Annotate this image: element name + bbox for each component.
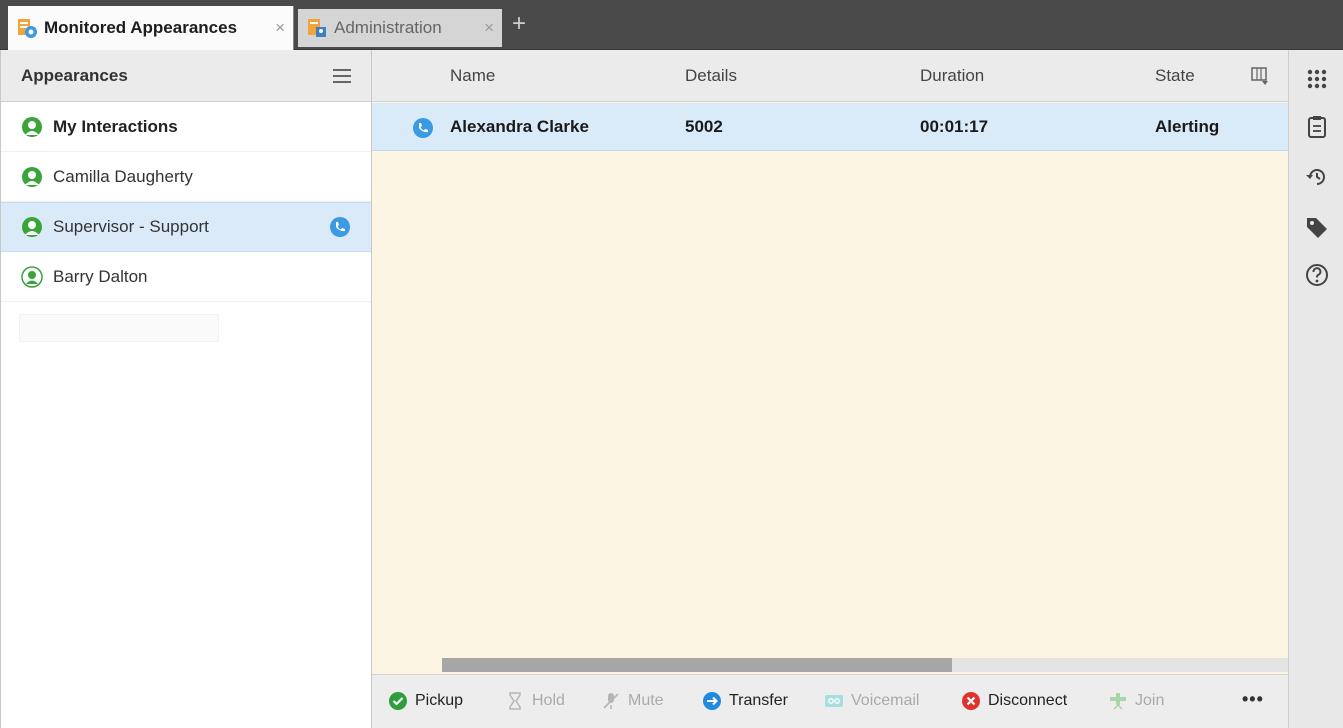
scrollbar-thumb[interactable] — [442, 658, 952, 672]
user-status-available-icon — [22, 166, 42, 187]
disconnect-label: Disconnect — [988, 692, 1068, 709]
join-icon — [1110, 693, 1126, 710]
user-status-available-icon — [22, 116, 42, 137]
phone-call-icon — [413, 118, 433, 138]
join-label: Join — [1135, 692, 1165, 709]
voicemail-label: Voicemail — [851, 692, 920, 709]
interactions-grid: Name Details Duration State Alexandra Cl… — [372, 50, 1288, 728]
administration-icon — [308, 19, 326, 37]
hold-label: Hold — [532, 692, 565, 709]
join-button[interactable]: Join — [1108, 691, 1164, 711]
user-status-light-icon — [21, 265, 43, 288]
hourglass-icon — [509, 692, 521, 710]
more-options-icon[interactable]: ••• — [1242, 689, 1264, 710]
disconnect-x-icon — [962, 692, 980, 710]
appearance-item-barry-dalton[interactable]: Barry Dalton — [1, 252, 371, 302]
filter-input[interactable] — [19, 314, 219, 342]
voicemail-icon — [825, 695, 843, 707]
history-icon[interactable] — [1304, 164, 1330, 190]
clipboard-icon[interactable] — [1304, 114, 1330, 140]
transfer-button[interactable]: Transfer — [702, 691, 788, 711]
column-header-duration[interactable]: Duration — [920, 66, 984, 86]
appearance-item-camilla-daugherty[interactable]: Camilla Daugherty — [1, 152, 371, 202]
user-status-available-icon — [22, 217, 42, 237]
appearance-label: Supervisor - Support — [53, 217, 209, 236]
column-picker-icon[interactable] — [1250, 66, 1270, 86]
hold-button[interactable]: Hold — [505, 691, 565, 711]
horizontal-scrollbar[interactable] — [442, 658, 1288, 672]
appearance-item-my-interactions[interactable]: My Interactions — [1, 102, 371, 152]
cell-duration: 00:01:17 — [920, 117, 989, 136]
mute-button[interactable]: Mute — [601, 691, 664, 711]
tab-administration[interactable]: Administration × — [298, 9, 502, 47]
cell-state: Alerting — [1155, 117, 1220, 136]
monitored-appearances-icon — [18, 19, 37, 38]
appearance-label: My Interactions — [53, 116, 178, 136]
dialpad-icon[interactable] — [1304, 66, 1330, 92]
cell-name: Alexandra Clarke — [450, 117, 589, 136]
mute-label: Mute — [628, 692, 664, 709]
tab-strip: Monitored Appearances × Administration ×… — [0, 0, 1343, 50]
appearance-label: Camilla Daugherty — [53, 166, 193, 186]
appearances-header: Appearances — [1, 50, 371, 102]
tab-monitored-appearances[interactable]: Monitored Appearances × — [8, 6, 294, 50]
transfer-arrow-icon — [703, 692, 721, 710]
appearance-label: Barry Dalton — [53, 266, 148, 286]
grid-header: Name Details Duration State — [372, 50, 1288, 102]
help-icon[interactable] — [1304, 262, 1330, 288]
column-header-details[interactable]: Details — [685, 66, 737, 86]
column-header-state[interactable]: State — [1155, 66, 1195, 86]
transfer-label: Transfer — [729, 692, 788, 709]
pickup-button[interactable]: Pickup — [388, 691, 463, 711]
right-rail — [1288, 50, 1343, 728]
voicemail-button[interactable]: Voicemail — [824, 691, 919, 711]
cell-details: 5002 — [685, 117, 723, 136]
tag-icon[interactable] — [1304, 214, 1330, 240]
close-icon[interactable]: × — [275, 18, 285, 38]
appearance-item-supervisor-support[interactable]: Supervisor - Support — [1, 202, 371, 252]
pickup-label: Pickup — [415, 692, 464, 709]
close-icon[interactable]: × — [484, 18, 494, 38]
call-toolbar: Pickup Hold Mute Transfer Voicemail Disc… — [372, 674, 1288, 728]
table-row[interactable]: Alexandra Clarke 5002 00:01:17 Alerting — [372, 103, 1288, 151]
appearances-title: Appearances — [21, 65, 128, 85]
tab-label: Administration — [334, 18, 442, 37]
check-circle-icon — [389, 692, 407, 710]
tab-label: Monitored Appearances — [44, 18, 238, 37]
add-tab-button[interactable]: + — [512, 12, 526, 36]
column-header-name[interactable]: Name — [450, 66, 495, 86]
phone-call-icon — [330, 217, 350, 237]
mute-mic-icon — [603, 693, 619, 709]
menu-icon[interactable] — [333, 65, 351, 87]
disconnect-button[interactable]: Disconnect — [961, 691, 1067, 711]
appearances-panel: Appearances My Interactions Camilla Daug… — [0, 50, 372, 728]
